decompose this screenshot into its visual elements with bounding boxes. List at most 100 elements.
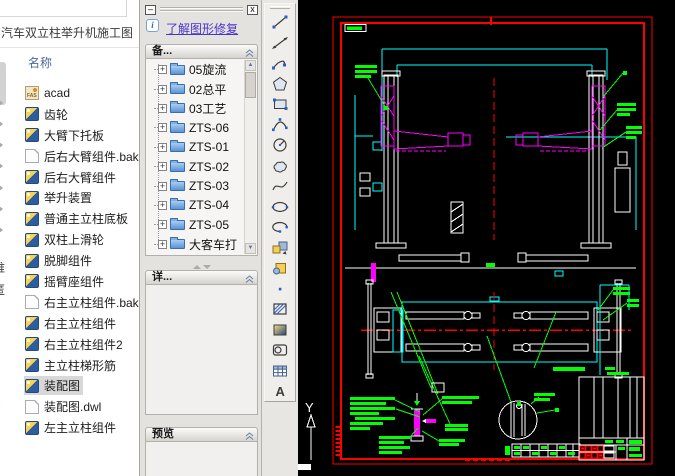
file-name: 装配图.dwl xyxy=(44,398,101,415)
folder-icon xyxy=(170,181,185,191)
backup-tree-item[interactable]: + ZTS-06 xyxy=(147,118,243,137)
draw-toolbar-panel: A xyxy=(264,3,296,402)
folder-icon xyxy=(170,142,185,152)
palette-grab-handle[interactable] xyxy=(160,10,243,11)
file-row[interactable]: 右主立柱组件 xyxy=(0,313,139,334)
folder-icon xyxy=(170,123,185,133)
folder-name: ZTS-02 xyxy=(189,160,229,174)
construction-line-tool-button[interactable] xyxy=(266,33,294,54)
palette-grab-handle[interactable] xyxy=(160,7,243,8)
point-tool-button[interactable] xyxy=(266,279,294,300)
region-tool-button[interactable] xyxy=(266,340,294,361)
backup-section-header[interactable]: 备... xyxy=(145,44,258,58)
table-tool-button[interactable] xyxy=(266,361,294,382)
scroll-down-icon[interactable]: ▼ xyxy=(245,243,256,254)
expand-plus-icon[interactable]: + xyxy=(158,220,167,229)
tree-scrollbar[interactable]: ▲ ▼ xyxy=(244,60,256,254)
expand-plus-icon[interactable]: + xyxy=(158,65,167,74)
backup-tree-item[interactable]: + 大客车打 xyxy=(147,235,243,254)
file-row[interactable]: 右主立柱组件2 xyxy=(0,334,139,355)
file-row[interactable]: 左主立柱组件 xyxy=(0,417,139,438)
file-row[interactable]: 双柱上滑轮 xyxy=(0,229,139,250)
backup-tree-item[interactable]: + ZTS-01 xyxy=(147,138,243,157)
crossbeam-outline xyxy=(355,49,636,301)
rectangle-tool-button[interactable] xyxy=(266,94,294,115)
expand-plus-icon[interactable]: + xyxy=(158,123,167,132)
file-row[interactable]: 大臂下托板 xyxy=(0,125,139,146)
expand-plus-icon[interactable]: + xyxy=(158,143,167,152)
file-row[interactable]: acad xyxy=(0,83,139,104)
file-row[interactable]: 举升装置 xyxy=(0,187,139,208)
expand-plus-icon[interactable]: + xyxy=(158,182,167,191)
backup-tree-item[interactable]: + 03工艺 xyxy=(147,99,243,118)
folder-name: ZTS-05 xyxy=(189,218,229,232)
circle-tool-button[interactable] xyxy=(266,135,294,156)
backup-tree-item[interactable]: + 02总平 xyxy=(147,79,243,98)
divider xyxy=(0,47,139,48)
line-tool-button[interactable] xyxy=(266,12,294,33)
file-type-icon xyxy=(25,191,39,205)
backup-tree-item[interactable]: + ZTS-04 xyxy=(147,196,243,215)
file-row[interactable]: 后右大臂组件 xyxy=(0,167,139,188)
file-row[interactable]: 右主立柱组件.bak xyxy=(0,292,139,313)
arc-tool-button[interactable] xyxy=(266,115,294,136)
insert-block-tool-button[interactable] xyxy=(266,238,294,259)
file-name: 大臂下托板 xyxy=(44,127,104,144)
revision-cloud-tool-button[interactable] xyxy=(266,156,294,177)
expand-plus-icon[interactable]: + xyxy=(158,162,167,171)
backup-tree-item[interactable]: + ZTS-02 xyxy=(147,157,243,176)
scrollbar-thumb[interactable] xyxy=(245,72,256,98)
file-row[interactable]: 摇臂座组件 xyxy=(0,271,139,292)
file-row[interactable]: 齿轮 xyxy=(0,104,139,125)
file-type-icon xyxy=(25,233,39,247)
file-name: 右主立柱组件 xyxy=(44,315,116,332)
scroll-up-icon[interactable]: ▲ xyxy=(245,60,256,71)
preview-section-header[interactable]: 预览 xyxy=(145,427,258,441)
file-type-icon xyxy=(25,107,39,121)
multiline-text-tool-button[interactable]: A xyxy=(266,381,294,402)
plan-view xyxy=(366,280,629,378)
make-block-tool-button[interactable] xyxy=(266,258,294,279)
folder-name: 03工艺 xyxy=(189,100,226,117)
polygon-tool-button[interactable] xyxy=(266,74,294,95)
folder-icon xyxy=(170,220,185,230)
expand-plus-icon[interactable]: + xyxy=(158,104,167,113)
section-splitter[interactable] xyxy=(140,257,263,269)
polyline-tool-button[interactable] xyxy=(266,53,294,74)
cad-model-canvas[interactable]: Y xyxy=(298,0,675,476)
title-block xyxy=(579,438,644,460)
expand-plus-icon[interactable]: + xyxy=(158,85,167,94)
file-type-icon xyxy=(25,337,39,351)
file-type-icon xyxy=(25,212,39,226)
file-row[interactable]: 普通主立柱底板 xyxy=(0,208,139,229)
schedule-strip xyxy=(505,444,580,457)
toolbar-grab-handle[interactable] xyxy=(270,6,290,9)
file-row[interactable]: 装配图 xyxy=(0,375,139,396)
file-type-icon xyxy=(25,400,39,414)
folder-title: 汽车双立柱举升机施工图 xyxy=(1,24,133,41)
palette-close-button[interactable]: x xyxy=(247,5,258,15)
palette-minimize-button[interactable]: – xyxy=(145,5,156,15)
file-row[interactable]: 后右大臂组件.bak xyxy=(0,146,139,167)
expand-plus-icon[interactable]: + xyxy=(158,201,167,210)
backup-file-tree: + 05旋流 + 02总平 + xyxy=(147,60,243,254)
ellipse-arc-tool-button[interactable] xyxy=(266,217,294,238)
expand-plus-icon[interactable]: + xyxy=(158,240,167,249)
hatch-tool-button[interactable] xyxy=(266,299,294,320)
spline-tool-button[interactable] xyxy=(266,176,294,197)
repair-help-link[interactable]: 了解图形修复 xyxy=(166,20,238,37)
ellipse-tool-button[interactable] xyxy=(266,197,294,218)
file-row[interactable]: 装配图.dwl xyxy=(0,396,139,417)
file-row[interactable]: 脱脚组件 xyxy=(0,250,139,271)
gradient-tool-button[interactable] xyxy=(266,320,294,341)
sheet-frame xyxy=(333,17,652,464)
svg-text:Y: Y xyxy=(305,400,314,415)
backup-tree-item[interactable]: + ZTS-03 xyxy=(147,176,243,195)
backup-tree-item[interactable]: + 05旋流 xyxy=(147,60,243,79)
backup-tree-item[interactable]: + ZTS-05 xyxy=(147,215,243,234)
file-name: 齿轮 xyxy=(44,106,68,123)
file-row[interactable]: 主立柱梯形筋 xyxy=(0,355,139,376)
file-type-icon xyxy=(25,295,39,309)
details-section-header[interactable]: 详... xyxy=(145,270,258,284)
name-column-header[interactable]: 名称 xyxy=(28,54,52,71)
